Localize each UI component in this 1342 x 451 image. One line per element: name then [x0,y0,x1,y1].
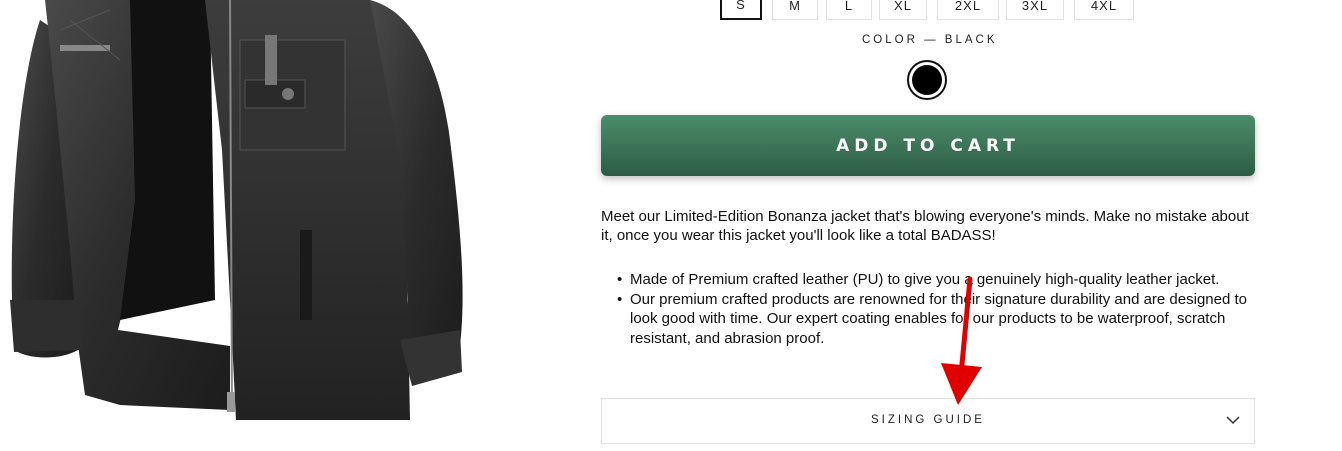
size-option-xl[interactable]: XL [879,0,927,20]
feature-list-item: • Our premium crafted products are renown… [617,290,1247,347]
size-option-2xl[interactable]: 2XL [937,0,999,20]
product-description: Meet our Limited-Edition Bonanza jacket … [601,208,1249,244]
feature-text: Our premium crafted products are renowne… [630,290,1247,347]
color-swatch-black[interactable] [907,60,947,100]
color-swatch-fill [912,65,942,95]
chevron-down-icon[interactable] [1226,415,1240,425]
size-option-l[interactable]: L [826,0,872,20]
sizing-guide-title: SIZING GUIDE [871,414,985,426]
color-label: COLOR — BLACK [862,34,998,46]
size-option-4xl[interactable]: 4XL [1074,0,1134,20]
feature-list-item: • Made of Premium crafted leather (PU) to… [617,271,1220,288]
product-image [0,0,520,446]
feature-text: Made of Premium crafted leather (PU) to … [630,271,1220,288]
sizing-guide-accordion[interactable]: SIZING GUIDE [601,398,1255,444]
feature-list: • Made of Premium crafted leather (PU) to… [601,270,1251,348]
jacket-illustration [10,0,463,420]
size-option-m[interactable]: M [772,0,818,20]
add-to-cart-button[interactable]: ADD TO CART [601,115,1255,176]
size-option-3xl[interactable]: 3XL [1006,0,1064,20]
size-option-s[interactable]: S [720,0,762,20]
